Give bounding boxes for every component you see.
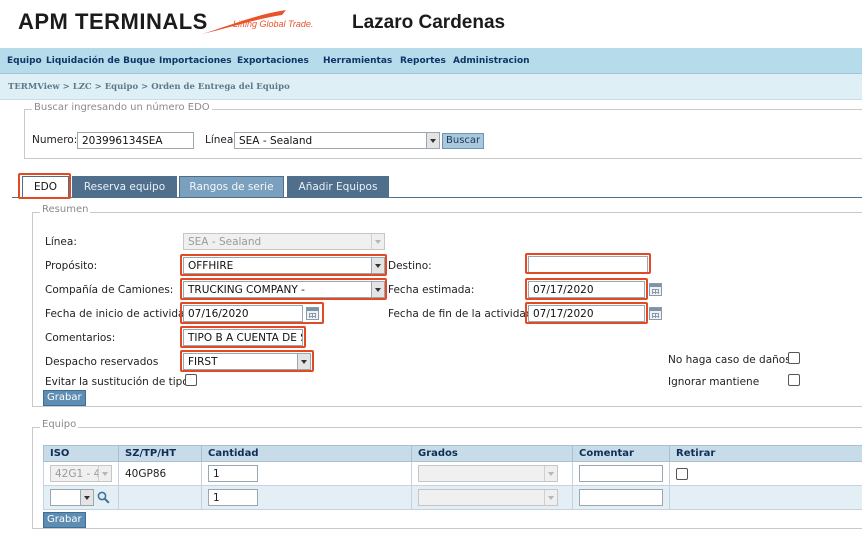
col-cantidad: Cantidad	[201, 445, 412, 462]
iso-cell	[43, 485, 119, 510]
main-menu: Equipo Liquidación de Buque Importacione…	[0, 48, 862, 74]
iso-cell: 42G1 - 4C	[43, 461, 119, 486]
tab-divider	[12, 197, 862, 198]
despacho-label: Despacho reservados	[45, 356, 159, 368]
chevron-down-icon	[371, 234, 384, 249]
highlight-destino	[525, 253, 651, 274]
comentar-input[interactable]	[579, 465, 663, 482]
numero-label: Numero:	[32, 134, 78, 146]
col-retirar: Retirar	[669, 445, 862, 462]
grados-new-select	[418, 489, 558, 506]
chevron-down-icon[interactable]	[80, 490, 93, 505]
fecha-estimada-label: Fecha estimada:	[388, 284, 475, 296]
evitar-label: Evitar la sustitución de tipos	[45, 376, 195, 388]
grabar-resumen-button[interactable]: Grabar	[43, 390, 86, 406]
tab-rangos-serie[interactable]: Rangos de serie	[179, 176, 284, 198]
calendar-icon[interactable]	[649, 283, 662, 296]
col-iso: ISO	[43, 445, 119, 462]
retirar-cell	[669, 485, 862, 510]
highlight-compania	[180, 278, 387, 300]
linea-search-label: Línea:	[205, 134, 237, 146]
app-header: APM TERMINALS Lifting Global Trade. Laza…	[0, 0, 862, 48]
highlight-fecha-inicio	[180, 302, 324, 324]
menu-importaciones[interactable]: Importaciones	[159, 56, 232, 66]
col-grados: Grados	[411, 445, 573, 462]
destino-label: Destino:	[388, 260, 432, 272]
equipo-legend: Equipo	[40, 419, 79, 430]
linea-value: SEA - Sealand	[188, 236, 262, 248]
no-danos-label: No haga caso de daños	[668, 354, 791, 366]
grados-cell	[411, 485, 573, 510]
menu-herramientas[interactable]: Herramientas	[323, 56, 392, 66]
iso-new-select[interactable]	[50, 489, 94, 506]
resumen-legend: Resumen	[40, 204, 91, 215]
grados-cell	[411, 461, 573, 486]
comentar-cell	[572, 461, 670, 486]
linea-label: Línea:	[45, 236, 77, 248]
buscar-button[interactable]: Buscar	[442, 133, 485, 149]
terminal-title: Lazaro Cardenas	[352, 12, 506, 33]
linea-search-select[interactable]: SEA - Sealand	[234, 132, 440, 149]
menu-administracion[interactable]: Administracion	[453, 56, 530, 66]
comentar-new-input[interactable]	[579, 489, 663, 506]
highlight-despacho	[180, 350, 314, 372]
highlight-tab-edo	[18, 173, 71, 199]
retirar-cell	[669, 461, 862, 486]
no-danos-checkbox[interactable]	[788, 352, 800, 364]
grados-select	[418, 465, 558, 482]
ignorar-checkbox[interactable]	[788, 374, 800, 386]
cantidad-cell: 1	[201, 485, 412, 510]
ignorar-label: Ignorar mantiene	[668, 376, 760, 388]
col-comentar: Comentar	[572, 445, 670, 462]
highlight-fecha-fin	[525, 302, 648, 324]
chevron-down-icon[interactable]	[426, 133, 439, 148]
menu-reportes[interactable]: Reportes	[400, 56, 446, 66]
highlight-comentarios	[180, 326, 306, 348]
cantidad-cell: 1	[201, 461, 412, 486]
menu-liquidacion-buque[interactable]: Liquidación de Buque	[46, 56, 155, 66]
grabar-equipo-button[interactable]: Grabar	[43, 512, 86, 528]
fecha-inicio-label: Fecha de inicio de actividad:	[45, 308, 195, 320]
comentarios-label: Comentarios:	[45, 332, 116, 344]
breadcrumb: TERMView > LZC > Equipo > Orden de Entre…	[0, 74, 862, 100]
comentar-cell	[572, 485, 670, 510]
search-icon[interactable]	[97, 491, 110, 504]
col-sztpht: SZ/TP/HT	[118, 445, 202, 462]
table-row: 42G1 - 4C 40GP86 1	[43, 461, 862, 486]
numero-input[interactable]: 203996134SEA	[77, 132, 194, 149]
tab-anadir-equipos[interactable]: Añadir Equipos	[287, 176, 389, 198]
menu-equipo[interactable]: Equipo	[7, 56, 42, 66]
cantidad-input[interactable]: 1	[208, 465, 258, 482]
search-legend: Buscar ingresando un número EDO	[32, 102, 212, 113]
retirar-checkbox[interactable]	[676, 467, 688, 480]
iso-select: 42G1 - 4C	[50, 465, 112, 482]
equipo-table: ISO SZ/TP/HT Cantidad Grados Comentar Re…	[43, 445, 862, 510]
proposito-label: Propósito:	[45, 260, 98, 272]
logo-tagline: Lifting Global Trade.	[233, 19, 314, 29]
apm-logo: APM TERMINALS	[18, 9, 208, 34]
menu-exportaciones[interactable]: Exportaciones	[237, 56, 309, 66]
sztpht-cell: 40GP86	[118, 461, 202, 486]
highlight-fecha-estimada	[525, 278, 648, 300]
chevron-down-icon	[98, 466, 111, 481]
table-header-row: ISO SZ/TP/HT Cantidad Grados Comentar Re…	[43, 445, 862, 462]
chevron-down-icon	[544, 490, 557, 505]
linea-select: SEA - Sealand	[183, 233, 385, 250]
evitar-checkbox[interactable]	[185, 374, 197, 386]
linea-search-value: SEA - Sealand	[239, 135, 313, 147]
tab-reserva-equipo[interactable]: Reserva equipo	[72, 176, 177, 198]
calendar-icon[interactable]	[649, 307, 662, 320]
sztpht-cell	[118, 485, 202, 510]
table-row: 1	[43, 485, 862, 510]
compania-label: Compañía de Camiones:	[45, 284, 174, 296]
highlight-proposito	[180, 254, 387, 276]
chevron-down-icon	[544, 466, 557, 481]
cantidad-new-input[interactable]: 1	[208, 489, 258, 506]
fecha-fin-label: Fecha de fin de la actividad:	[388, 308, 537, 320]
breadcrumb-text: TERMView > LZC > Equipo > Orden de Entre…	[8, 82, 290, 92]
